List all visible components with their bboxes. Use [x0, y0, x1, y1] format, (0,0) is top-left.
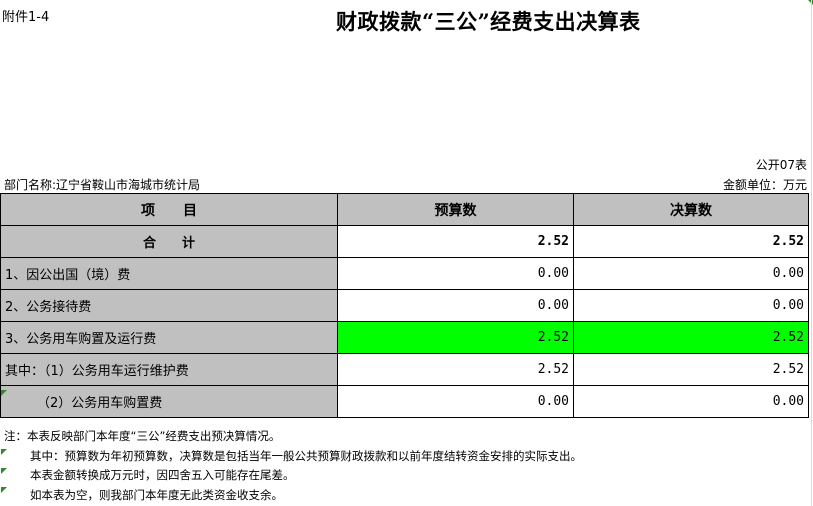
header-item[interactable]: 项 目 — [0, 193, 338, 226]
amount-unit: 金额单位：万元 — [722, 178, 807, 192]
total-budget[interactable]: 2.52 — [337, 225, 574, 258]
notes-block: 注：本表反映部门本年度“三公”经费支出预决算情况。 其中：预算数为年初预算数，决… — [4, 427, 582, 505]
table-header-row: 项 目 预算数 决算数 — [0, 193, 809, 226]
sheet-edge — [811, 0, 812, 506]
row-final[interactable]: 0.00 — [573, 257, 809, 290]
row-final-highlighted[interactable]: 2.52 — [573, 321, 809, 354]
row-label[interactable]: 1、因公出国（境）费 — [0, 257, 338, 290]
table-row: 3、公务用车购置及运行费 2.52 2.52 — [0, 321, 809, 354]
table-row: 其中：（1）公务用车运行维护费 2.52 2.52 — [0, 353, 809, 386]
table-row: 1、因公出国（境）费 0.00 0.00 — [0, 257, 809, 290]
header-final[interactable]: 决算数 — [573, 193, 809, 226]
row-label[interactable]: 3、公务用车购置及运行费 — [0, 321, 338, 354]
row-label[interactable]: （2）公务用车购置费 — [0, 385, 338, 418]
row-budget[interactable]: 0.00 — [337, 385, 574, 418]
form-number: 公开07表 — [755, 158, 807, 172]
note-line: 注：本表反映部门本年度“三公”经费支出预决算情况。 — [4, 429, 281, 443]
row-label[interactable]: 2、公务接待费 — [0, 289, 338, 322]
page-title: 财政拨款“三公”经费支出决算表 — [336, 9, 641, 34]
attachment-label: 附件1-4 — [2, 10, 50, 25]
cell-marker-icon — [1, 390, 7, 396]
table-row: （2）公务用车购置费 0.00 0.00 — [0, 385, 809, 418]
total-final[interactable]: 2.52 — [573, 225, 809, 258]
row-budget[interactable]: 0.00 — [337, 257, 574, 290]
header-budget[interactable]: 预算数 — [337, 193, 574, 226]
table-row: 2、公务接待费 0.00 0.00 — [0, 289, 809, 322]
row-final[interactable]: 0.00 — [573, 289, 809, 322]
row-label[interactable]: 其中：（1）公务用车运行维护费 — [0, 353, 338, 386]
row-final[interactable]: 0.00 — [573, 385, 809, 418]
note-line: 其中：预算数为年初预算数，决算数是包括当年一般公共预算财政拨款和以前年度结转资金… — [30, 448, 582, 463]
row-budget[interactable]: 0.00 — [337, 289, 574, 322]
row-budget-highlighted[interactable]: 2.52 — [337, 321, 574, 354]
department-name: 部门名称:辽宁省鞍山市海城市统计局 — [4, 178, 201, 192]
table-row-total: 合 计 2.52 2.52 — [0, 225, 809, 258]
note-line: 本表金额转换成万元时，因四舍五入可能存在尾差。 — [30, 468, 295, 482]
row-budget[interactable]: 2.52 — [337, 353, 574, 386]
expenditure-table: 项 目 预算数 决算数 合 计 2.52 2.52 1、因公出国（境）费 0.0… — [0, 193, 809, 418]
total-label[interactable]: 合 计 — [0, 225, 338, 258]
note-line: 如本表为空，则我部门本年度无此类资金收支余。 — [30, 487, 283, 502]
row-final[interactable]: 2.52 — [573, 353, 809, 386]
